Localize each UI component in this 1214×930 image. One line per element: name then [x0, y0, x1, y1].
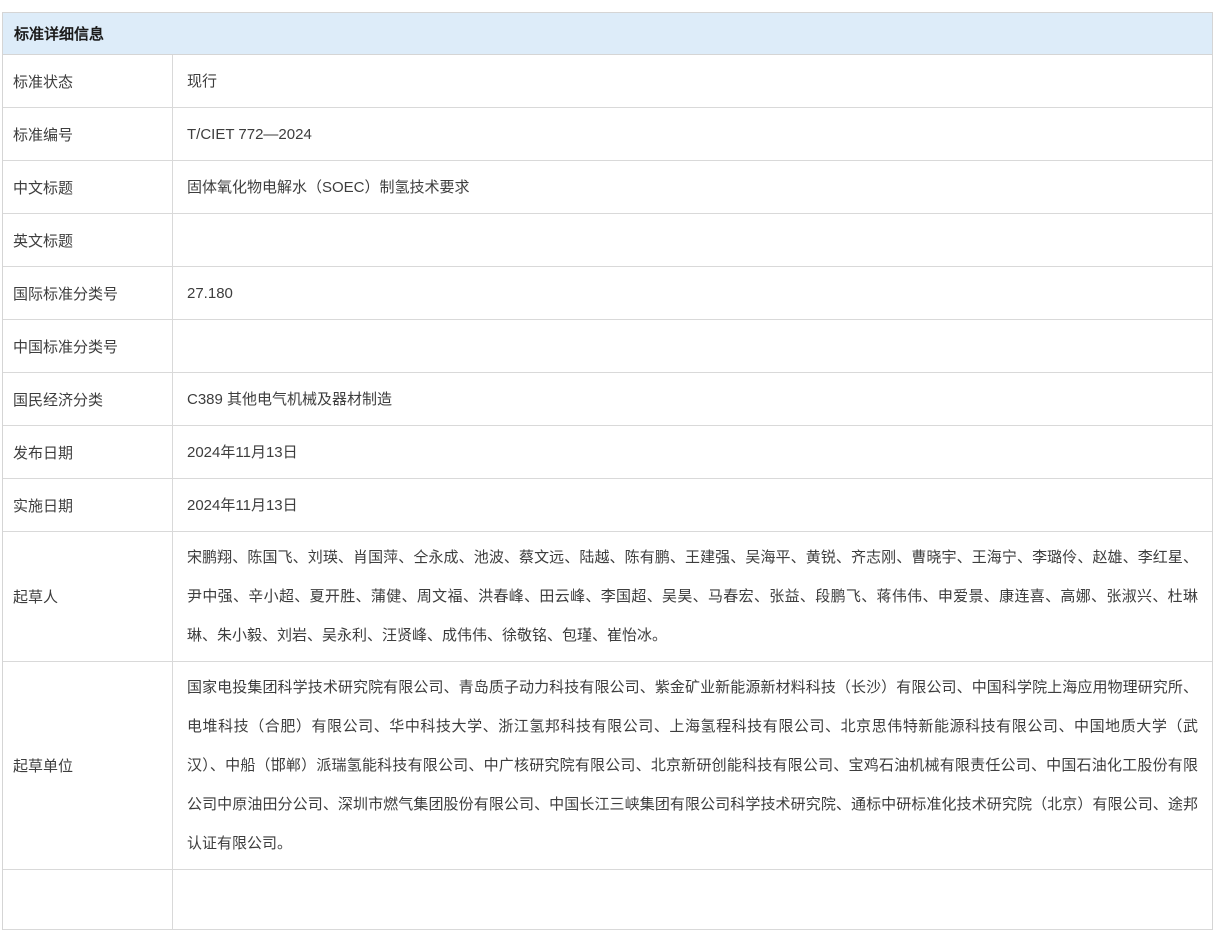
row-label: 标准编号 [3, 108, 173, 160]
table-row-english-title: 英文标题 [3, 214, 1212, 267]
row-label: 中文标题 [3, 161, 173, 213]
table-row-drafters: 起草人 宋鹏翔、陈国飞、刘瑛、肖国萍、仝永成、池波、蔡文远、陆越、陈有鹏、王建强… [3, 532, 1212, 662]
row-label: 发布日期 [3, 426, 173, 478]
row-label: 起草人 [3, 532, 173, 661]
row-value-text: 现行 [187, 62, 1198, 101]
row-label: 国际标准分类号 [3, 267, 173, 319]
row-label: 中国标准分类号 [3, 320, 173, 372]
row-value: 2024年11月13日 [173, 426, 1212, 478]
row-label: 实施日期 [3, 479, 173, 531]
row-label: 英文标题 [3, 214, 173, 266]
row-value-text: T/CIET 772—2024 [187, 115, 1198, 154]
row-label: 国民经济分类 [3, 373, 173, 425]
row-value [173, 870, 1212, 929]
table-row-chinese-title: 中文标题 固体氧化物电解水（SOEC）制氢技术要求 [3, 161, 1212, 214]
row-value [173, 214, 1212, 266]
table-row-economy-classification: 国民经济分类 C389 其他电气机械及器材制造 [3, 373, 1212, 426]
row-value-text: 2024年11月13日 [187, 433, 1198, 472]
table-row-standard-number: 标准编号 T/CIET 772—2024 [3, 108, 1212, 161]
row-value-text: 27.180 [187, 274, 1198, 313]
table-row-standard-status: 标准状态 现行 [3, 55, 1212, 108]
row-value: T/CIET 772—2024 [173, 108, 1212, 160]
row-value-text: 宋鹏翔、陈国飞、刘瑛、肖国萍、仝永成、池波、蔡文远、陆越、陈有鹏、王建强、吴海平… [187, 538, 1198, 655]
row-value-text: 固体氧化物电解水（SOEC）制氢技术要求 [187, 168, 1198, 207]
table-row-implement-date: 实施日期 2024年11月13日 [3, 479, 1212, 532]
table-row-ics-number: 国际标准分类号 27.180 [3, 267, 1212, 320]
row-value-text: 国家电投集团科学技术研究院有限公司、青岛质子动力科技有限公司、紫金矿业新能源新材… [187, 668, 1198, 863]
standard-detail-table: 标准详细信息 标准状态 现行 标准编号 T/CIET 772—2024 中文标题… [2, 12, 1213, 930]
table-title: 标准详细信息 [14, 23, 104, 44]
table-header: 标准详细信息 [3, 13, 1212, 55]
row-value [173, 320, 1212, 372]
row-value: 宋鹏翔、陈国飞、刘瑛、肖国萍、仝永成、池波、蔡文远、陆越、陈有鹏、王建强、吴海平… [173, 532, 1212, 661]
row-value: 现行 [173, 55, 1212, 107]
row-value-text: C389 其他电气机械及器材制造 [187, 380, 1198, 419]
table-row-publish-date: 发布日期 2024年11月13日 [3, 426, 1212, 479]
row-value-text: 2024年11月13日 [187, 486, 1198, 525]
table-row-ccs-number: 中国标准分类号 [3, 320, 1212, 373]
table-row-partial [3, 870, 1212, 930]
row-label: 起草单位 [3, 662, 173, 869]
row-label: 标准状态 [3, 55, 173, 107]
row-value: C389 其他电气机械及器材制造 [173, 373, 1212, 425]
row-value: 国家电投集团科学技术研究院有限公司、青岛质子动力科技有限公司、紫金矿业新能源新材… [173, 662, 1212, 869]
row-value: 2024年11月13日 [173, 479, 1212, 531]
row-value: 27.180 [173, 267, 1212, 319]
row-label [3, 870, 173, 929]
table-row-drafting-organizations: 起草单位 国家电投集团科学技术研究院有限公司、青岛质子动力科技有限公司、紫金矿业… [3, 662, 1212, 870]
row-value: 固体氧化物电解水（SOEC）制氢技术要求 [173, 161, 1212, 213]
